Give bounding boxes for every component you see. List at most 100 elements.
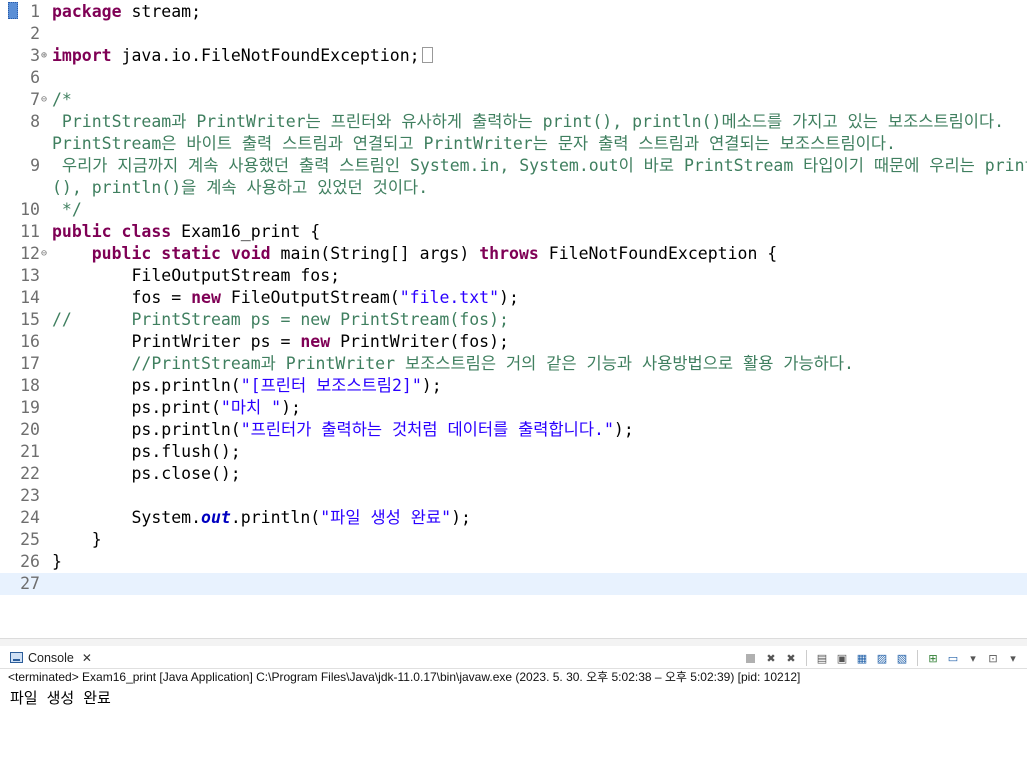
- code-line[interactable]: 2: [0, 23, 1027, 45]
- string-token: "마치 ": [220, 398, 282, 417]
- collapse-fold-icon[interactable]: ⊖: [41, 89, 51, 111]
- code-line[interactable]: (), println()을 계속 사용하고 있었던 것이다.: [0, 177, 1027, 199]
- code-text: PrintStream과 PrintWriter는 프린터와 유사하게 출력하는…: [52, 111, 1027, 133]
- code-line[interactable]: 19 ps.print("마치 ");: [0, 397, 1027, 419]
- code-line[interactable]: 9 우리가 지금까지 계속 사용했던 출력 스트림인 System.in, Sy…: [0, 155, 1027, 177]
- keyword-token: package: [52, 2, 122, 21]
- code-line[interactable]: PrintStream은 바이트 출력 스트림과 연결되고 PrintWrite…: [0, 133, 1027, 155]
- code-token: stream;: [121, 2, 202, 21]
- code-line[interactable]: 22 ps.close();: [0, 463, 1027, 485]
- code-token: ps.close();: [52, 464, 241, 483]
- line-number: 26: [20, 552, 40, 571]
- collapse-fold-icon[interactable]: ⊖: [41, 243, 51, 265]
- code-line[interactable]: 7 ⊖/*: [0, 89, 1027, 111]
- scroll-lock-icon[interactable]: ▣: [834, 650, 850, 666]
- code-line[interactable]: 14 fos = new FileOutputStream("file.txt"…: [0, 287, 1027, 309]
- code-line[interactable]: 17 //PrintStream과 PrintWriter 보조스트림은 거의 …: [0, 353, 1027, 375]
- code-text: package stream;: [52, 1, 1027, 23]
- code-line[interactable]: 27: [0, 573, 1027, 595]
- keyword-token: static: [161, 244, 221, 263]
- code-line[interactable]: 23: [0, 485, 1027, 507]
- chevron-down-icon[interactable]: ▾: [965, 650, 981, 666]
- code-text: fos = new FileOutputStream("file.txt");: [52, 287, 1027, 309]
- code-token: PrintWriter(fos);: [330, 332, 509, 351]
- display-selected-console-icon[interactable]: ▭: [945, 650, 961, 666]
- code-line[interactable]: 21 ps.flush();: [0, 441, 1027, 463]
- line-number: 2: [30, 24, 40, 43]
- code-line[interactable]: 13 FileOutputStream fos;: [0, 265, 1027, 287]
- code-line[interactable]: 6: [0, 67, 1027, 89]
- code-line[interactable]: 26}: [0, 551, 1027, 573]
- close-icon[interactable]: ✕: [82, 651, 92, 665]
- code-text: //PrintStream과 PrintWriter 보조스트림은 거의 같은 …: [52, 353, 1027, 375]
- comment-token: 우리가 지금까지 계속 사용했던 출력 스트림인 System.in, Syst…: [52, 156, 1027, 175]
- code-line[interactable]: 3 ⊕ import java.io.FileNotFoundException;: [0, 45, 1027, 67]
- string-token: "file.txt": [399, 288, 500, 307]
- code-token: }: [52, 552, 62, 571]
- code-text: ps.print("마치 ");: [52, 397, 1027, 419]
- code-token: );: [451, 508, 471, 527]
- code-line[interactable]: 12 ⊖ public static void main(String[] arg…: [0, 243, 1027, 265]
- code-token: .println(: [230, 508, 321, 527]
- keyword-token: new: [191, 288, 221, 307]
- keyword-token: public: [52, 222, 112, 241]
- code-text: /*: [52, 89, 1027, 111]
- keyword-token: void: [230, 244, 271, 263]
- code-token: ps.print(: [52, 398, 221, 417]
- code-line[interactable]: 24 System.out.println("파일 생성 완료");: [0, 507, 1027, 529]
- line-number: 27: [20, 574, 40, 593]
- code-token: );: [421, 376, 442, 395]
- code-text: ps.println("[프린터 보조스트림2]");: [52, 375, 1027, 397]
- keyword-token: new: [300, 332, 331, 351]
- code-token: java.io.FileNotFoundException;: [111, 46, 420, 65]
- line-number: 20: [20, 420, 40, 439]
- code-text: System.out.println("파일 생성 완료");: [52, 507, 1027, 529]
- line-number: 9: [30, 156, 40, 175]
- folded-imports-icon[interactable]: [421, 47, 433, 63]
- pin-console-icon[interactable]: ⊞: [925, 650, 941, 666]
- open-console-icon[interactable]: ⊡: [985, 650, 1001, 666]
- console-tab-label: Console: [28, 651, 74, 665]
- code-line[interactable]: 10 */: [0, 199, 1027, 221]
- line-number: 12: [20, 244, 40, 263]
- line-number: 21: [20, 442, 40, 461]
- keyword-token: throws: [479, 244, 539, 263]
- word-wrap-icon[interactable]: ▦: [854, 650, 870, 666]
- clear-console-icon[interactable]: ▤: [814, 650, 830, 666]
- code-token: System.: [52, 508, 202, 527]
- line-number: 10: [20, 200, 40, 219]
- code-line[interactable]: 1 package stream;: [0, 1, 1027, 23]
- line-number: 6: [30, 68, 40, 87]
- code-text: PrintWriter ps = new PrintWriter(fos);: [52, 331, 1027, 353]
- code-text: }: [52, 551, 1027, 573]
- show-on-stdout-icon[interactable]: ▨: [874, 650, 890, 666]
- console-output-area[interactable]: 파일 생성 완료: [0, 686, 1027, 777]
- code-line[interactable]: 16 PrintWriter ps = new PrintWriter(fos)…: [0, 331, 1027, 353]
- code-line[interactable]: 25 }: [0, 529, 1027, 551]
- code-line[interactable]: 11 public class Exam16_print {: [0, 221, 1027, 243]
- chevron-down-icon[interactable]: ▾: [1005, 650, 1021, 666]
- line-number: 8: [30, 112, 40, 131]
- code-line[interactable]: 20 ps.println("프린터가 출력하는 것처럼 데이터를 출력합니다.…: [0, 419, 1027, 441]
- string-token: "파일 생성 완료": [320, 508, 452, 527]
- comment-token: PrintStream은 바이트 출력 스트림과 연결되고 PrintWrite…: [52, 134, 896, 153]
- code-line[interactable]: 18 ps.println("[프린터 보조스트림2]");: [0, 375, 1027, 397]
- code-token: );: [499, 288, 519, 307]
- terminate-icon[interactable]: [746, 653, 755, 663]
- remove-all-terminated-icon[interactable]: ✖: [783, 650, 799, 666]
- line-number: 14: [20, 288, 40, 307]
- keyword-token: public: [91, 244, 152, 263]
- code-editor[interactable]: 1 package stream; 2 3 ⊕ import java.io.FileNo…: [0, 0, 1027, 638]
- tab-console[interactable]: Console ✕: [10, 648, 92, 668]
- code-text: */: [52, 199, 1027, 221]
- code-line[interactable]: 8 PrintStream과 PrintWriter는 프린터와 유사하게 출력…: [0, 111, 1027, 133]
- expand-fold-icon[interactable]: ⊕: [41, 45, 51, 67]
- show-on-stderr-icon[interactable]: ▧: [894, 650, 910, 666]
- remove-launch-icon[interactable]: ✖: [763, 650, 779, 666]
- code-text: import java.io.FileNotFoundException;: [52, 45, 1027, 67]
- code-token: FileNotFoundException {: [538, 244, 778, 263]
- code-line[interactable]: 15 // PrintStream ps = new PrintStream(fo…: [0, 309, 1027, 331]
